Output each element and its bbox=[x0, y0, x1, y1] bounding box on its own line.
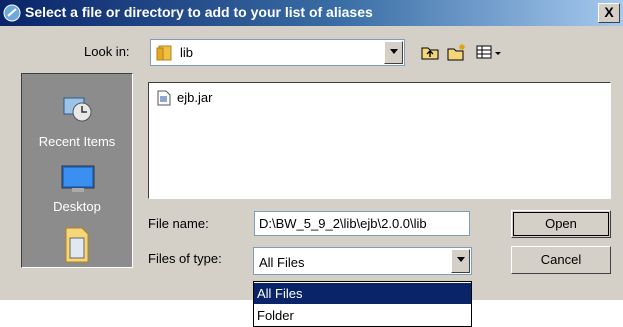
java-cup-icon bbox=[3, 4, 21, 22]
chevron-down-icon[interactable] bbox=[384, 41, 403, 64]
file-name: ejb.jar bbox=[177, 90, 213, 105]
files-of-type-label: Files of type: bbox=[148, 251, 222, 266]
place-recent-items[interactable]: Recent Items bbox=[22, 74, 132, 154]
file-name-field[interactable]: D:\BW_5_9_2\lib\ejb\2.0.0\lib bbox=[254, 211, 470, 236]
close-icon: X bbox=[604, 4, 614, 20]
file-chooser-dialog: Select a file or directory to add to you… bbox=[0, 0, 623, 300]
documents-icon bbox=[65, 227, 89, 263]
close-button[interactable]: X bbox=[598, 3, 620, 23]
place-label: Desktop bbox=[53, 199, 101, 214]
places-bar: Recent Items Desktop bbox=[21, 73, 133, 268]
file-name-label: File name: bbox=[148, 216, 209, 231]
cancel-button[interactable]: Cancel bbox=[511, 246, 611, 274]
files-of-type-value: All Files bbox=[259, 255, 305, 270]
folder-icon bbox=[156, 45, 172, 61]
window-title: Select a file or directory to add to you… bbox=[25, 4, 373, 20]
place-label: Recent Items bbox=[38, 134, 116, 149]
up-folder-icon[interactable] bbox=[419, 42, 441, 62]
jar-file-icon bbox=[157, 90, 171, 106]
chevron-down-icon[interactable] bbox=[451, 249, 470, 273]
dropdown-option-folder[interactable]: Folder bbox=[254, 305, 471, 326]
dropdown-option-all-files[interactable]: All Files bbox=[254, 283, 471, 304]
open-button[interactable]: Open bbox=[511, 210, 611, 238]
files-of-type-combo[interactable]: All Files bbox=[253, 247, 472, 275]
desktop-icon bbox=[61, 165, 95, 192]
recent-items-icon bbox=[63, 97, 92, 122]
place-documents[interactable] bbox=[22, 222, 132, 267]
file-list[interactable]: ejb.jar bbox=[148, 82, 611, 199]
view-menu-icon[interactable] bbox=[474, 42, 510, 62]
look-in-combo[interactable]: lib bbox=[150, 39, 405, 66]
files-of-type-dropdown[interactable]: All Files Folder bbox=[253, 281, 472, 327]
place-desktop[interactable]: Desktop bbox=[22, 156, 132, 226]
look-in-label: Look in: bbox=[84, 44, 130, 59]
new-folder-icon[interactable] bbox=[446, 42, 468, 62]
title-bar[interactable]: Select a file or directory to add to you… bbox=[0, 0, 623, 26]
look-in-value: lib bbox=[180, 45, 194, 60]
